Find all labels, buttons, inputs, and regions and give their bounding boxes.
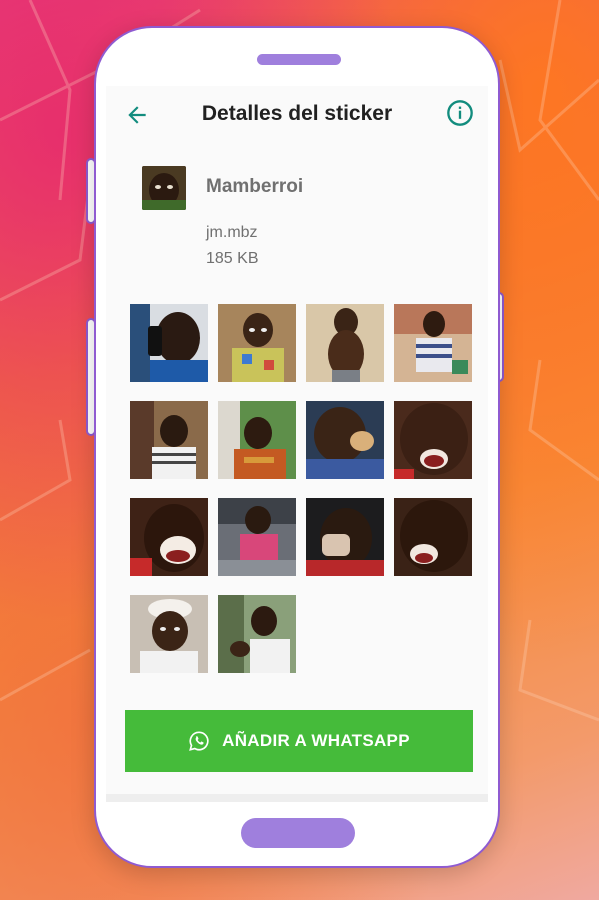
whatsapp-icon bbox=[189, 731, 209, 751]
screen-bottom-divider bbox=[106, 794, 488, 802]
sticker-13[interactable] bbox=[130, 595, 208, 673]
pack-tray-icon bbox=[142, 166, 186, 210]
phone-home-button[interactable] bbox=[241, 818, 355, 848]
sticker-8[interactable] bbox=[394, 401, 472, 479]
info-button[interactable] bbox=[446, 99, 474, 127]
add-to-whatsapp-label: AÑADIR A WHATSAPP bbox=[222, 731, 410, 750]
page-title: Detalles del sticker bbox=[201, 102, 393, 125]
sticker-1[interactable] bbox=[130, 304, 208, 382]
pack-name: Mamberroi bbox=[206, 176, 304, 197]
sticker-grid bbox=[130, 304, 472, 673]
pack-publisher: jm.mbz bbox=[206, 224, 258, 241]
phone-speaker bbox=[257, 54, 341, 65]
phone-frame: Detalles del sticker Mamberroi jm.mbz 18… bbox=[94, 26, 500, 868]
pack-info: Mamberroi jm.mbz 185 KB bbox=[106, 144, 488, 267]
app-bar: Detalles del sticker bbox=[106, 86, 488, 144]
sticker-9[interactable] bbox=[130, 498, 208, 576]
sticker-14[interactable] bbox=[218, 595, 296, 673]
pack-size: 185 KB bbox=[206, 250, 259, 267]
sticker-7[interactable] bbox=[306, 401, 384, 479]
info-circle-icon bbox=[447, 100, 473, 126]
add-to-whatsapp-button[interactable]: AÑADIR A WHATSAPP bbox=[125, 710, 473, 772]
sticker-12[interactable] bbox=[394, 498, 472, 576]
sticker-5[interactable] bbox=[130, 401, 208, 479]
sticker-2[interactable] bbox=[218, 304, 296, 382]
sticker-10[interactable] bbox=[218, 498, 296, 576]
app-screen: Detalles del sticker Mamberroi jm.mbz 18… bbox=[106, 86, 488, 802]
sticker-4[interactable] bbox=[394, 304, 472, 382]
sticker-11[interactable] bbox=[306, 498, 384, 576]
sticker-3[interactable] bbox=[306, 304, 384, 382]
sticker-6[interactable] bbox=[218, 401, 296, 479]
